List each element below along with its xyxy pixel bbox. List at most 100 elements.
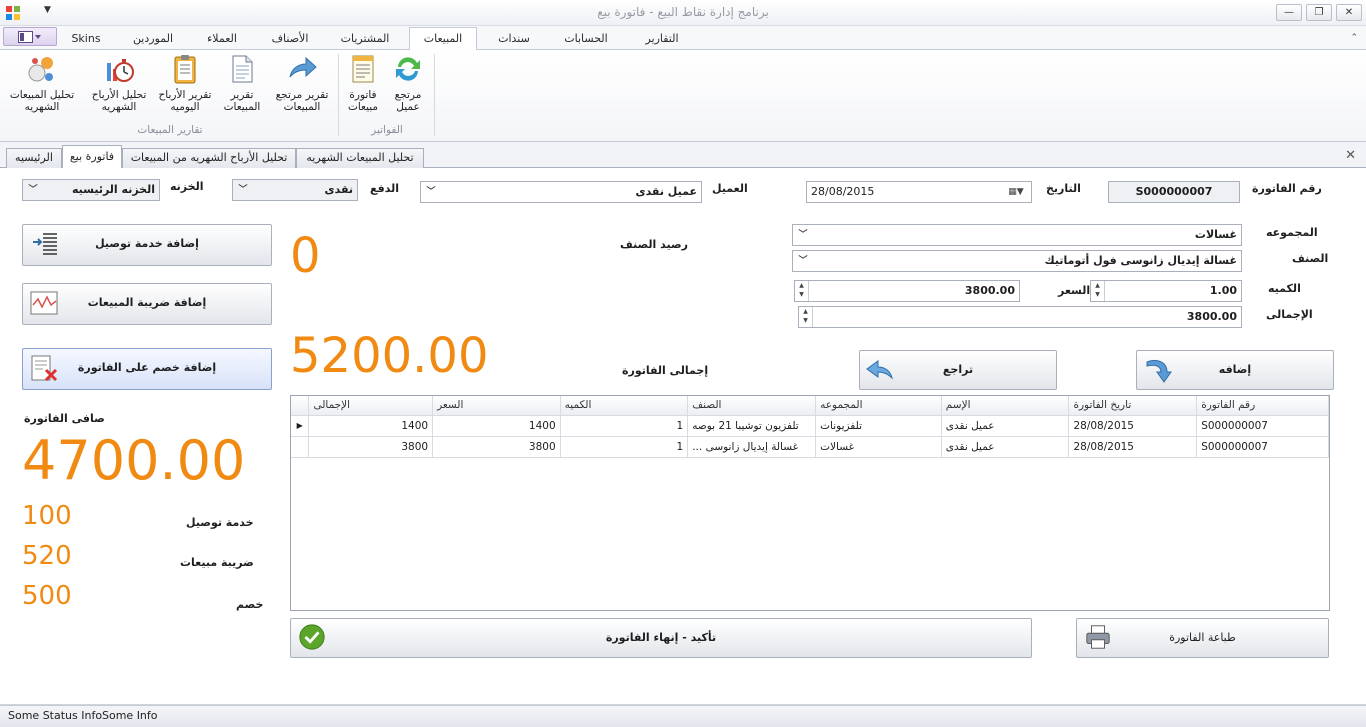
sales-report-button[interactable]: تقرير المبيعات xyxy=(216,53,268,121)
tab-purchases[interactable]: المشتريات xyxy=(330,30,400,50)
column-header-product[interactable]: الصنف xyxy=(687,396,817,416)
chevron-down-icon[interactable]: ﹀ xyxy=(235,180,251,200)
daily-profit-report-button[interactable]: تقرير الأرباح اليوميه xyxy=(156,53,214,121)
monthly-sales-analysis-button[interactable]: تحليل المبيعات الشهريه xyxy=(4,53,80,121)
ribbon-minimize-icon[interactable]: ⌃ xyxy=(1350,33,1358,43)
customer-label: العميل xyxy=(712,182,748,195)
title-bar: ▼ برنامج إدارة نقاط البيع - فاتورة بيع —… xyxy=(0,0,1366,26)
cell-group[interactable]: غسالات xyxy=(815,436,942,458)
line-total-stepper[interactable]: ▲ ▼ 3800.00 xyxy=(798,306,1242,328)
cell-group[interactable]: تلفزيونات xyxy=(815,415,942,437)
line-total-label: الإجمالى xyxy=(1266,308,1313,321)
sales-invoice-button[interactable]: فاتورة مبيعات xyxy=(342,53,384,121)
doc-tab-monthly-profit[interactable]: تحليل الأرباح الشهريه من المبيعات xyxy=(122,148,296,168)
stock-label: رصيد الصنف xyxy=(620,238,688,251)
product-label: الصنف xyxy=(1292,252,1329,265)
row-indicator-header xyxy=(291,396,310,416)
add-sales-tax-button[interactable]: إضافة ضريبة المبيعات xyxy=(22,283,272,325)
doc-tab-home[interactable]: الرئيسيه xyxy=(6,148,62,168)
column-header-name[interactable]: الإسم xyxy=(941,396,1070,416)
spin-arrows-icon[interactable]: ▲ ▼ xyxy=(1091,281,1105,301)
column-header-invoice-number[interactable]: رقم الفاتورة xyxy=(1196,396,1329,416)
cell-price[interactable]: 3800 xyxy=(432,436,561,458)
doc-tab-sales-invoice[interactable]: فاتورة بيع xyxy=(62,145,122,169)
tab-vouchers[interactable]: سندات xyxy=(484,30,544,50)
product-combo[interactable]: ﹀ غسالة إيديال زانوسى فول أتوماتيك xyxy=(792,250,1242,272)
chart-line-icon xyxy=(30,291,58,315)
add-item-button[interactable]: إضافه xyxy=(1136,350,1334,390)
column-header-group[interactable]: المجموعه xyxy=(815,396,942,416)
monthly-profit-analysis-button[interactable]: تحليل الأرباح الشهريه xyxy=(84,53,154,121)
quantity-stepper[interactable]: ▲ ▼ 1.00 xyxy=(1090,280,1242,302)
undo-button[interactable]: تراجع xyxy=(859,350,1057,390)
tab-items[interactable]: الأصناف xyxy=(258,30,322,50)
cell-quantity[interactable]: 1 xyxy=(560,415,689,437)
sales-return-report-button[interactable]: تقرير مرتجع المبيعات xyxy=(270,53,334,121)
cell-product[interactable]: ... غسالة إيديال زانوسى xyxy=(687,436,817,458)
customer-combo[interactable]: ﹀ عميل نقدى xyxy=(420,181,702,203)
confirm-finish-invoice-button[interactable]: تأكيد - إنهاء الفاتورة xyxy=(290,618,1032,658)
cell-invoice-number[interactable]: S000000007 xyxy=(1196,415,1329,437)
table-row[interactable]: 3800 3800 1 ... غسالة إيديال زانوسى غسال… xyxy=(291,436,1329,458)
restore-button[interactable]: ❐ xyxy=(1306,4,1332,21)
layout-icon xyxy=(18,31,41,43)
cell-quantity[interactable]: 1 xyxy=(560,436,689,458)
add-delivery-button[interactable]: إضافة خدمة توصيل xyxy=(22,224,272,266)
date-picker[interactable]: 28/08/2015 ▦▼ xyxy=(806,181,1032,203)
invoice-number-field: S000000007 xyxy=(1108,181,1240,203)
column-header-total[interactable]: الإجمالى xyxy=(308,396,434,416)
chevron-down-icon[interactable]: ﹀ xyxy=(795,225,811,245)
cell-invoice-date[interactable]: 28/08/2015 xyxy=(1068,436,1198,458)
store-combo[interactable]: ﹀ الخزنه الرئيسيه xyxy=(22,179,160,201)
cell-name[interactable]: عميل نقدى xyxy=(941,436,1070,458)
price-stepper[interactable]: ▲ ▼ 3800.00 xyxy=(794,280,1020,302)
close-button[interactable]: ✕ xyxy=(1336,4,1362,21)
tab-skins[interactable]: Skins xyxy=(62,30,110,50)
tab-accounts[interactable]: الحسابات xyxy=(552,30,620,50)
doc-tab-monthly-sales[interactable]: تحليل المبيعات الشهريه xyxy=(296,148,424,168)
calendar-dropdown-icon[interactable]: ▦▼ xyxy=(1003,182,1029,202)
spin-arrows-icon[interactable]: ▲ ▼ xyxy=(799,307,813,327)
skin-selector-button[interactable] xyxy=(3,27,57,46)
table-row[interactable]: ▶ 1400 1400 1 تلفزيون توشيبا 21 بوصه تلف… xyxy=(291,415,1329,437)
invoice-panel: رقم الفاتورة S000000007 التاريخ 28/08/20… xyxy=(0,168,1366,705)
print-invoice-button[interactable]: طباعة الفاتورة xyxy=(1076,618,1329,658)
spin-arrows-icon[interactable]: ▲ ▼ xyxy=(795,281,809,301)
discount-label: خصم xyxy=(236,598,264,611)
close-document-icon[interactable]: ✕ xyxy=(1345,148,1356,163)
invoice-lines-grid[interactable]: الإجمالى السعر الكميه الصنف المجموعه الإ… xyxy=(290,395,1330,611)
cell-price[interactable]: 1400 xyxy=(432,415,561,437)
add-discount-button[interactable]: إضافة خصم على الفاتورة xyxy=(22,348,272,390)
customer-return-button[interactable]: مرتجع عميل xyxy=(386,53,430,121)
column-header-price[interactable]: السعر xyxy=(432,396,561,416)
chevron-down-icon[interactable]: ﹀ xyxy=(795,251,811,271)
date-label: التاريخ xyxy=(1046,182,1081,195)
tab-sales[interactable]: المبيعات xyxy=(409,27,477,51)
cell-product[interactable]: تلفزيون توشيبا 21 بوصه xyxy=(687,415,817,437)
ribbon-panel: تحليل المبيعات الشهريه تحليل الأرباح الش… xyxy=(0,50,1366,142)
cell-total[interactable]: 1400 xyxy=(308,415,434,437)
grid-header-row: الإجمالى السعر الكميه الصنف المجموعه الإ… xyxy=(291,396,1329,416)
chevron-down-icon[interactable]: ﹀ xyxy=(423,182,439,202)
column-header-quantity[interactable]: الكميه xyxy=(560,396,689,416)
group-combo[interactable]: ﹀ غسالات xyxy=(792,224,1242,246)
column-header-invoice-date[interactable]: تاريخ الفاتورة xyxy=(1068,396,1198,416)
cell-name[interactable]: عميل نقدى xyxy=(941,415,1070,437)
invoice-total-value: 5200.00 xyxy=(290,328,489,384)
row-indicator xyxy=(291,436,310,458)
document-icon xyxy=(232,55,253,83)
net-total-label: صافى الفاتورة xyxy=(24,412,105,425)
minimize-button[interactable]: — xyxy=(1276,4,1302,21)
tab-customers[interactable]: العملاء xyxy=(190,30,254,50)
payment-combo[interactable]: ﹀ نقدى xyxy=(232,179,358,201)
current-row-icon: ▶ xyxy=(291,415,310,437)
cell-total[interactable]: 3800 xyxy=(308,436,434,458)
tab-suppliers[interactable]: الموردين xyxy=(120,30,186,50)
chevron-down-icon[interactable]: ﹀ xyxy=(25,180,41,200)
printer-icon xyxy=(1086,625,1110,649)
sales-tax-value: 520 xyxy=(22,541,72,571)
tab-reports[interactable]: التقارير xyxy=(628,30,696,50)
sales-tax-label: ضريبة مبيعات xyxy=(180,556,254,569)
cell-invoice-number[interactable]: S000000007 xyxy=(1196,436,1329,458)
cell-invoice-date[interactable]: 28/08/2015 xyxy=(1068,415,1198,437)
